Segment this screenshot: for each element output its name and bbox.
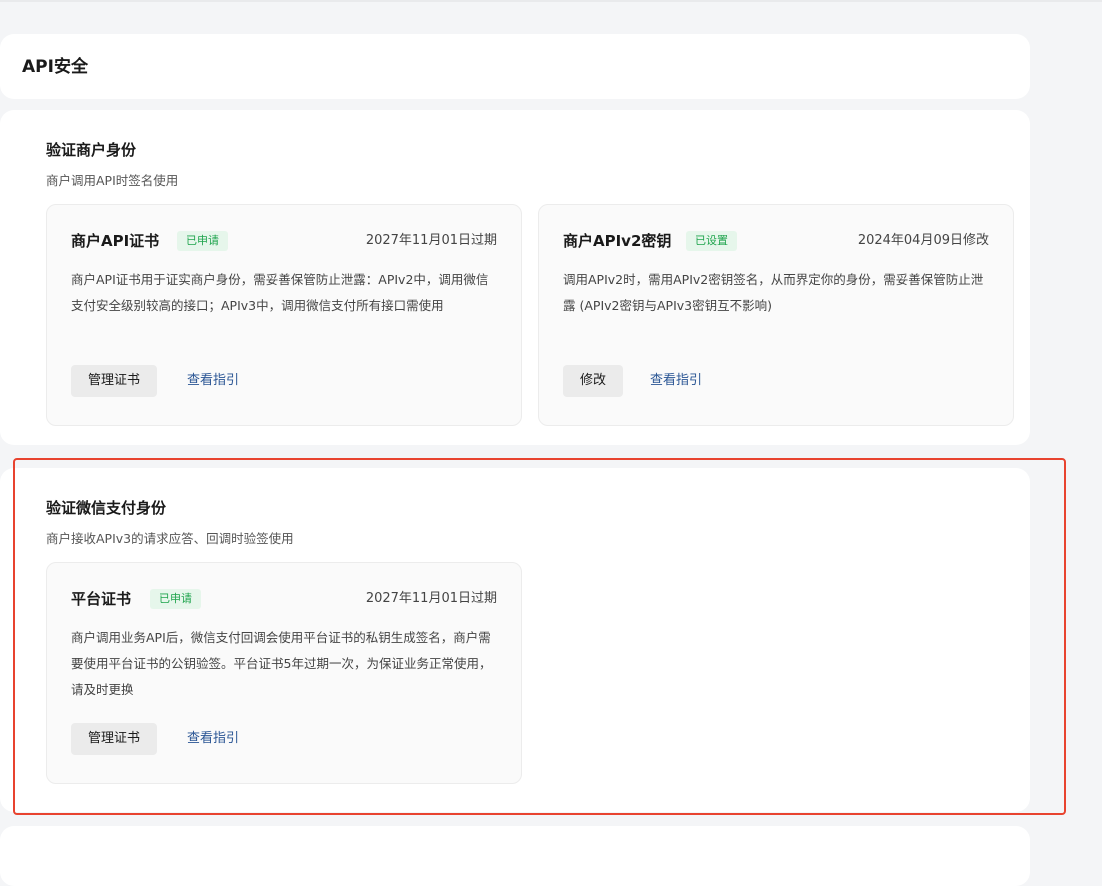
expiry-date: 2027年11月01日过期 xyxy=(365,233,497,248)
section-next xyxy=(0,826,1030,886)
card-description: 商户调用业务API后，微信支付回调会使用平台证书的私钥生成签名，商户需要使用平台… xyxy=(71,630,492,697)
status-badge: 已设置 xyxy=(686,231,737,251)
card-description: 调用APIv2时，需用APIv2密钥签名，从而界定你的身份，需妥善保管防止泄露 … xyxy=(563,272,984,313)
section-title: 验证微信支付身份 xyxy=(46,499,167,517)
section-description: 商户接收APIv3的请求应答、回调时验签使用 xyxy=(46,531,294,546)
manage-cert-button[interactable]: 管理证书 xyxy=(71,365,158,397)
card-description: 商户API证书用于证实商户身份，需妥善保管防止泄露：APIv2中，调用微信支付安… xyxy=(71,272,489,313)
section-wechatpay-identity: 验证微信支付身份 商户接收APIv3的请求应答、回调时验签使用 平台证书 已申请… xyxy=(0,468,1030,812)
manage-cert-button[interactable]: 管理证书 xyxy=(71,723,158,755)
view-guide-link[interactable]: 查看指引 xyxy=(650,365,702,397)
section-title: 验证商户身份 xyxy=(46,141,137,159)
card-title: 商户API证书 xyxy=(71,232,160,250)
view-guide-link[interactable]: 查看指引 xyxy=(187,365,239,397)
view-guide-link[interactable]: 查看指引 xyxy=(187,723,239,755)
status-badge: 已申请 xyxy=(150,589,201,609)
card-title: 商户APIv2密钥 xyxy=(563,232,672,250)
page-header: API安全 xyxy=(0,34,1030,99)
modified-date: 2024年04月09日修改 xyxy=(857,233,989,248)
card-platform-cert: 平台证书 已申请 2027年11月01日过期 商户调用业务API后，微信支付回调… xyxy=(46,562,522,784)
section-merchant-identity: 验证商户身份 商户调用API时签名使用 商户API证书 已申请 2027年11月… xyxy=(0,110,1030,445)
card-merchant-api-cert: 商户API证书 已申请 2027年11月01日过期 商户API证书用于证实商户身… xyxy=(46,204,522,426)
expiry-date: 2027年11月01日过期 xyxy=(365,591,497,606)
top-divider xyxy=(0,0,1102,2)
card-title: 平台证书 xyxy=(71,590,132,608)
page-title: API安全 xyxy=(22,57,88,77)
section-description: 商户调用API时签名使用 xyxy=(46,173,179,188)
modify-key-button[interactable]: 修改 xyxy=(563,365,624,397)
card-merchant-apiv2-key: 商户APIv2密钥 已设置 2024年04月09日修改 调用APIv2时，需用A… xyxy=(538,204,1014,426)
status-badge: 已申请 xyxy=(177,231,228,251)
